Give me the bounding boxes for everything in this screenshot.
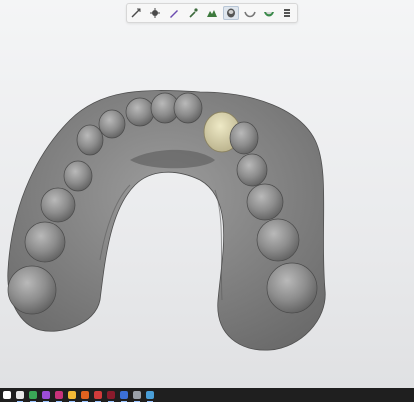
app-darkred-icon[interactable] <box>106 390 116 402</box>
pen-tool-icon[interactable] <box>166 6 182 20</box>
app-orange-icon[interactable] <box>80 390 90 402</box>
chrome-icon[interactable] <box>28 390 38 402</box>
dental-arch-model[interactable] <box>0 0 414 388</box>
dental-app-icon[interactable] <box>145 390 155 402</box>
app-grey-icon[interactable] <box>132 390 142 402</box>
region-tool-icon[interactable] <box>204 6 220 20</box>
app-blue-icon[interactable] <box>119 390 129 402</box>
jaw-view-icon[interactable] <box>242 6 258 20</box>
app-red-icon[interactable] <box>93 390 103 402</box>
taskbar <box>0 388 414 402</box>
measure-tool-icon[interactable] <box>128 6 144 20</box>
edge-icon[interactable] <box>15 390 25 402</box>
layers-tool-icon[interactable] <box>279 6 295 20</box>
file-explorer-icon[interactable] <box>67 390 77 402</box>
sculpt-tool-icon[interactable] <box>147 6 163 20</box>
3d-viewport[interactable] <box>0 0 414 388</box>
view-tooth-icon[interactable] <box>222 6 239 20</box>
start-icon[interactable] <box>2 390 12 400</box>
gum-view-icon[interactable] <box>261 6 277 20</box>
app-magenta-icon[interactable] <box>54 390 64 402</box>
view-toolbar <box>126 3 298 23</box>
app-purple-icon[interactable] <box>41 390 51 402</box>
wand-tool-icon[interactable] <box>185 6 201 20</box>
